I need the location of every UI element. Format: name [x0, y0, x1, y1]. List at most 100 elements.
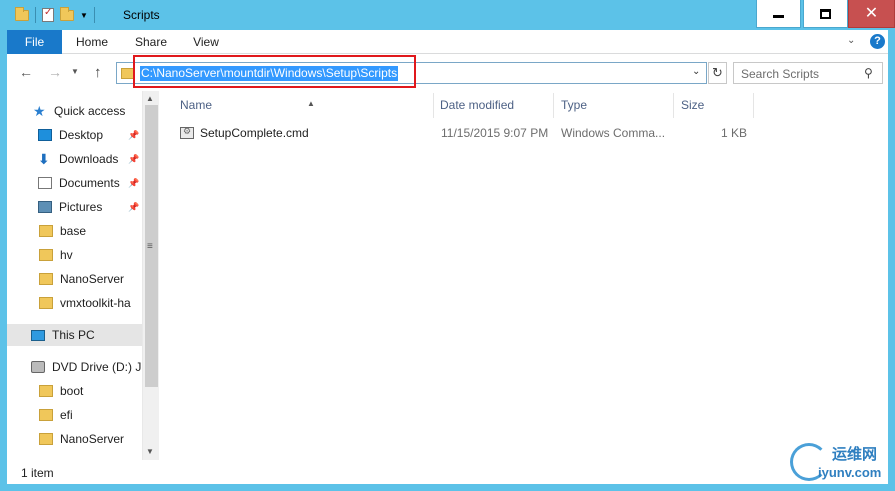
sidebar-item-efi[interactable]: efi	[7, 404, 142, 426]
sidebar-item-label: vmxtoolkit-ha	[60, 296, 131, 310]
maximize-button[interactable]	[803, 0, 848, 28]
customize-dropdown-icon[interactable]: ▼	[80, 11, 88, 20]
sidebar-item-this-pc[interactable]: This PC	[7, 324, 142, 346]
pin-icon[interactable]: 📌	[128, 130, 139, 141]
expand-ribbon-icon[interactable]: ⌄	[847, 35, 855, 46]
divider	[35, 7, 36, 23]
scroll-up-icon[interactable]: ▲	[146, 94, 154, 103]
pin-icon[interactable]: 📌	[128, 202, 139, 213]
recent-locations-icon[interactable]: ▼	[71, 67, 79, 76]
documents-icon	[38, 177, 52, 189]
navigation-pane: ★ Quick access Desktop 📌 ⬇ Downloads 📌 D…	[7, 91, 142, 460]
sidebar-item-quick-access[interactable]: ★ Quick access	[7, 100, 142, 122]
file-size: 1 KB	[721, 126, 748, 140]
tab-view[interactable]: View	[188, 30, 224, 54]
back-arrow-icon[interactable]: ←	[19, 64, 33, 80]
item-count: 1 item	[21, 466, 54, 480]
folder-icon	[39, 249, 53, 261]
sidebar-item-nanoserver-dvd[interactable]: NanoServer	[7, 428, 142, 450]
file-name: SetupComplete.cmd	[200, 126, 309, 140]
quick-access-toolbar: ▼	[15, 6, 95, 24]
column-header-label: Name	[180, 98, 213, 112]
ribbon-tabs: File Home Share View ⌄ ?	[7, 30, 888, 54]
scrollbar-grip-icon: ≡	[147, 241, 153, 252]
downloads-icon: ⬇	[38, 151, 50, 167]
properties-icon[interactable]	[42, 7, 54, 22]
folder-icon	[15, 6, 29, 21]
address-bar[interactable]: C:\NanoServer\mountdir\Windows\Setup\Scr…	[116, 62, 707, 84]
search-placeholder: Search Scripts	[741, 67, 820, 81]
watermark-cn: 运维网	[832, 446, 878, 463]
forward-arrow-icon[interactable]: →	[48, 64, 62, 80]
desktop-icon	[38, 129, 52, 141]
file-type: Windows Comma...	[561, 126, 666, 140]
sidebar-item-label: Quick access	[54, 104, 126, 118]
sidebar-item-pictures[interactable]: Pictures 📌	[7, 196, 142, 218]
pin-icon[interactable]: 📌	[128, 154, 139, 165]
file-date: 11/15/2015 9:07 PM	[441, 126, 549, 140]
sidebar-item-boot[interactable]: boot	[7, 380, 142, 402]
tab-home[interactable]: Home	[71, 30, 113, 54]
column-header-type[interactable]: Type	[554, 93, 674, 118]
sidebar-item-label: Downloads	[59, 152, 119, 166]
watermark-logo: 运维网 iyunv.com	[790, 438, 882, 488]
minimize-button[interactable]	[756, 0, 801, 28]
folder-icon	[121, 68, 135, 79]
star-icon: ★	[33, 103, 46, 119]
column-header-name[interactable]: Name ▲	[166, 93, 434, 118]
maximize-icon	[820, 8, 831, 19]
address-dropdown-icon[interactable]: ⌄	[692, 66, 700, 77]
sidebar-item-nanoserver[interactable]: NanoServer	[7, 268, 142, 290]
sidebar-item-downloads[interactable]: ⬇ Downloads 📌	[7, 148, 142, 170]
search-icon: ⚲	[864, 66, 873, 80]
sidebar-item-label: hv	[60, 248, 73, 262]
pictures-icon	[38, 201, 52, 213]
refresh-button[interactable]: ↻	[708, 62, 727, 84]
dvd-drive-icon	[31, 361, 45, 373]
sidebar-item-desktop[interactable]: Desktop 📌	[7, 124, 142, 146]
navigation-pane-scrollbar[interactable]: ▲ ≡ ▼	[142, 91, 159, 460]
search-box[interactable]: Search Scripts ⚲	[733, 62, 883, 84]
file-list: Name ▲ Date modified Type Size SetupComp…	[159, 91, 888, 460]
column-header-date[interactable]: Date modified	[434, 93, 554, 118]
up-arrow-icon[interactable]: ↑	[94, 64, 102, 81]
folder-icon	[39, 225, 53, 237]
sidebar-item-label: NanoServer	[60, 432, 125, 446]
sidebar-item-dvd-drive[interactable]: DVD Drive (D:) J	[7, 356, 142, 378]
sidebar-item-label: This PC	[52, 328, 95, 342]
folder-icon	[39, 273, 53, 285]
sidebar-item-vmxtoolkit[interactable]: vmxtoolkit-ha	[7, 292, 142, 314]
folder-icon	[39, 409, 53, 421]
sidebar-item-label: NanoServer	[60, 272, 125, 286]
file-row[interactable]: SetupComplete.cmd 11/15/2015 9:07 PM Win…	[166, 122, 754, 144]
sidebar-item-label: efi	[60, 408, 73, 422]
sidebar-item-label: Desktop	[59, 128, 104, 142]
sidebar-item-label: Pictures	[59, 200, 103, 214]
scroll-down-icon[interactable]: ▼	[146, 447, 154, 456]
help-icon[interactable]: ?	[870, 34, 885, 49]
folder-icon	[39, 433, 53, 445]
tab-file[interactable]: File	[7, 30, 62, 54]
tab-share[interactable]: Share	[131, 30, 171, 54]
folder-icon	[39, 385, 53, 397]
computer-icon	[31, 329, 45, 341]
sidebar-item-label: DVD Drive (D:) J	[52, 360, 142, 374]
title-bar[interactable]: ▼ Scripts ✕	[7, 0, 895, 30]
navigation-bar: ← → ▼ ↑ C:\NanoServer\mountdir\Windows\S…	[7, 55, 888, 91]
sidebar-item-base[interactable]: base	[7, 220, 142, 242]
window-title: Scripts	[123, 8, 160, 22]
watermark-en: iyunv.com	[818, 465, 882, 480]
sidebar-item-label: Documents	[59, 176, 120, 190]
new-folder-icon[interactable]	[60, 6, 74, 21]
folder-icon	[39, 297, 53, 309]
sidebar-item-label: base	[60, 224, 87, 238]
close-icon: ✕	[864, 4, 879, 22]
pin-icon[interactable]: 📌	[128, 178, 139, 189]
sidebar-item-hv[interactable]: hv	[7, 244, 142, 266]
sidebar-item-documents[interactable]: Documents 📌	[7, 172, 142, 194]
divider	[93, 7, 95, 23]
close-button[interactable]: ✕	[848, 0, 895, 28]
address-path[interactable]: C:\NanoServer\mountdir\Windows\Setup\Scr…	[140, 66, 399, 81]
status-bar: 1 item	[7, 460, 888, 484]
column-header-size[interactable]: Size	[674, 93, 754, 118]
